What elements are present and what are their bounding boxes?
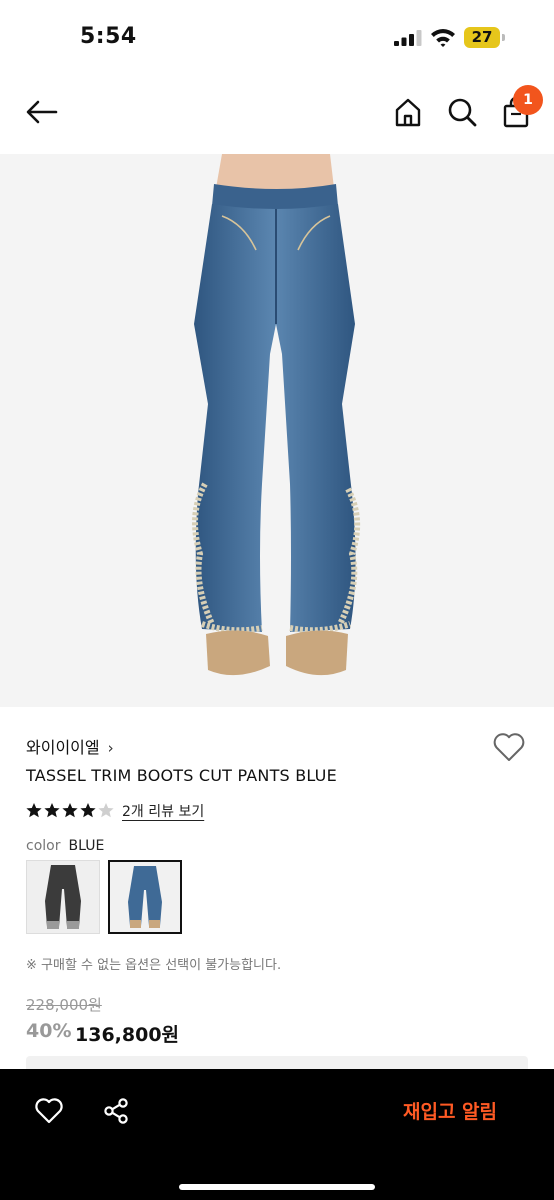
wifi-icon [431, 29, 455, 47]
color-swatch-blue[interactable] [108, 860, 182, 934]
product-image[interactable] [0, 154, 554, 707]
battery-indicator: 27 [464, 27, 506, 48]
product-name: TASSEL TRIM BOOTS CUT PANTS BLUE [26, 766, 337, 785]
color-option-row: color BLUE [26, 838, 104, 854]
brand-name: 와이이이엘 [26, 738, 100, 757]
battery-percent: 27 [471, 28, 493, 46]
bottom-action-bar: 재입고 알림 [0, 1069, 554, 1200]
chevron-right-icon: › [107, 739, 114, 757]
battery-cap [502, 34, 505, 41]
star-rating-icon [26, 803, 114, 818]
black-jeans-thumbnail [27, 861, 99, 933]
wishlist-heart-icon[interactable] [492, 731, 526, 763]
cart-count-badge: 1 [513, 85, 543, 115]
brand-link[interactable]: 와이이이엘 › [26, 734, 114, 758]
share-icon[interactable] [102, 1097, 130, 1125]
review-link[interactable]: 2개 리뷰 보기 [122, 801, 204, 821]
status-time: 5:54 [80, 24, 137, 49]
restock-alert-button[interactable]: 재입고 알림 [380, 1095, 520, 1129]
back-arrow-icon[interactable] [24, 94, 60, 130]
search-icon[interactable] [444, 94, 480, 130]
discount-rate: 40% [26, 1020, 72, 1042]
status-bar: 5:54 27 [0, 0, 554, 74]
color-value: BLUE [68, 838, 105, 854]
home-icon[interactable] [390, 94, 426, 130]
sale-price: 136,800원 [75, 1024, 180, 1046]
blue-jeans-thumbnail [110, 862, 180, 932]
color-swatch-black[interactable] [26, 860, 100, 934]
jeans-photo [0, 154, 554, 707]
original-price: 228,000원 [26, 996, 102, 1014]
option-notice: ※ 구매할 수 없는 옵션은 선택이 불가능합니다. [26, 958, 282, 973]
color-label: color [26, 838, 61, 854]
content-panel-edge [26, 1056, 528, 1070]
home-indicator[interactable] [179, 1184, 375, 1190]
nav-bar [0, 80, 554, 152]
heart-icon[interactable] [34, 1097, 64, 1125]
cellular-signal-icon [394, 30, 422, 46]
